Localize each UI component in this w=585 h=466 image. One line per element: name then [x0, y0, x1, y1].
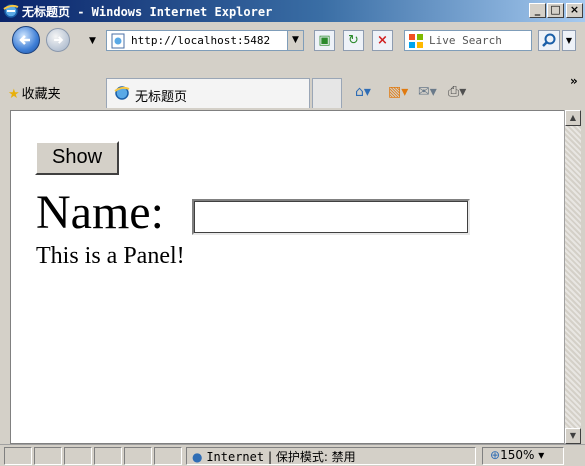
- live-search-icon: [409, 34, 423, 48]
- address-field[interactable]: http://localhost:5482 ▼: [106, 30, 304, 51]
- status-segment: [154, 447, 182, 465]
- window-title: 无标题页 - Windows Internet Explorer: [22, 5, 273, 19]
- print-icon[interactable]: ⎙▾: [448, 84, 466, 100]
- status-segment: [94, 447, 122, 465]
- ie-logo-icon: [3, 4, 19, 18]
- name-label: Name:: [36, 186, 164, 239]
- more-commands-icon[interactable]: »: [570, 74, 578, 88]
- maximize-button[interactable]: □: [547, 3, 564, 18]
- search-button[interactable]: [538, 30, 560, 51]
- panel-text: This is a Panel!: [36, 243, 185, 269]
- mail-icon[interactable]: ✉▾: [418, 84, 437, 100]
- url-text[interactable]: http://localhost:5482: [131, 34, 286, 47]
- favorites-bar: ★ 收藏夹 无标题页 ⌂▾ ▧▾ ✉▾ ⎙▾ »: [0, 62, 585, 110]
- stop-icon[interactable]: ×: [372, 30, 393, 51]
- search-options-dropdown-icon[interactable]: ▼: [562, 30, 576, 51]
- globe-icon: ●: [192, 450, 203, 464]
- address-dropdown-icon[interactable]: ▼: [287, 31, 303, 50]
- ie-tab-icon: [114, 86, 130, 100]
- zone-label: Internet: [206, 450, 265, 464]
- separator: |: [267, 450, 272, 464]
- show-button[interactable]: Show: [35, 141, 119, 175]
- home-icon[interactable]: ⌂▾: [355, 84, 371, 100]
- feeds-icon[interactable]: ▧▾: [388, 84, 408, 100]
- zoom-icon: ⊕: [490, 448, 501, 462]
- name-input[interactable]: [192, 199, 470, 235]
- forward-button[interactable]: [46, 28, 70, 52]
- address-toolbar: ▼ http://localhost:5482 ▼ ▣ ↻ × Live Sea…: [0, 22, 585, 62]
- arrow-left-icon: [19, 35, 30, 45]
- favorites-button[interactable]: ★ 收藏夹: [8, 83, 61, 102]
- zoom-control[interactable]: ⊕150% ▾: [490, 448, 544, 462]
- magnifier-icon: [542, 33, 556, 47]
- status-segment: [4, 447, 32, 465]
- title-bar: 无标题页 - Windows Internet Explorer _ □ ×: [0, 0, 585, 22]
- star-icon: ★: [8, 87, 20, 102]
- scroll-down-icon[interactable]: ▼: [565, 428, 581, 444]
- back-button[interactable]: [12, 26, 40, 54]
- refresh-icon[interactable]: ↻: [343, 30, 364, 51]
- tab-current[interactable]: 无标题页: [106, 78, 310, 108]
- protected-mode-label: 保护模式: 禁用: [275, 450, 356, 464]
- status-segment: [124, 447, 152, 465]
- page-icon: [111, 33, 125, 49]
- search-placeholder: Live Search: [429, 34, 502, 47]
- vertical-scrollbar[interactable]: ▲ ▼: [564, 110, 581, 444]
- status-segment: [64, 447, 92, 465]
- minimize-button[interactable]: _: [529, 3, 546, 18]
- scroll-up-icon[interactable]: ▲: [565, 110, 581, 126]
- status-bar: ● Internet | 保护模式: 禁用 ⊕150% ▾: [0, 444, 585, 466]
- close-button[interactable]: ×: [566, 3, 583, 18]
- page-content: Show Name: This is a Panel!: [10, 110, 574, 444]
- arrow-right-icon: [54, 36, 64, 44]
- search-field[interactable]: Live Search: [404, 30, 532, 51]
- favorites-label: 收藏夹: [21, 87, 61, 102]
- tab-title: 无标题页: [135, 90, 188, 105]
- history-dropdown-icon[interactable]: ▼: [89, 36, 96, 46]
- compatibility-icon[interactable]: ▣: [314, 30, 335, 51]
- status-segment: [34, 447, 62, 465]
- new-tab-button[interactable]: [312, 78, 342, 108]
- zone-info[interactable]: ● Internet | 保护模式: 禁用: [192, 448, 356, 465]
- zoom-label: 150%: [500, 448, 535, 462]
